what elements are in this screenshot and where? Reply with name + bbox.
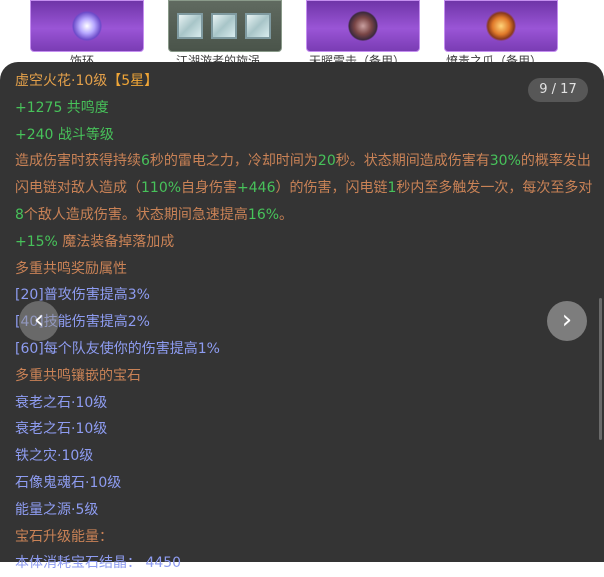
gem-icon <box>245 13 271 39</box>
resonance-header: 多重共鸣奖励属性 <box>15 260 127 277</box>
scrollbar[interactable] <box>599 298 602 440</box>
stat-value: +1275 <box>15 99 63 116</box>
resonance-reward: [40]技能伤害提高2% <box>15 314 150 331</box>
gem-entry: 衰老之石·10级 <box>15 394 108 411</box>
skill-description: 造成伤害时获得持续6秒的雷电之力，冷却时间为20秒。状态期间造成伤害有30%的概… <box>15 148 597 228</box>
gem-entry: 铁之灾·10级 <box>15 448 94 465</box>
stat-label: 战斗等级 <box>53 126 114 143</box>
resonance-reward: [60]每个队友使你的伤害提高1% <box>15 340 220 357</box>
chevron-right-icon: › <box>561 305 573 335</box>
gem-entry: 能量之源·5级 <box>15 501 99 518</box>
description-segment: 110% <box>141 180 182 197</box>
item-title: 虚空火花·10级【5星】 <box>15 68 597 95</box>
tooltip-content: 虚空火花·10级【5星】 +1275 共鸣度 +240 战斗等级 造成伤害时获得… <box>15 68 597 577</box>
description-segment: 秒的雷电之力，冷却时间为 <box>149 153 318 170</box>
item-slot-vortex[interactable] <box>168 0 282 52</box>
description-segment: 造成伤害时获得持续 <box>15 153 141 170</box>
resonance-reward: [20]普攻伤害提高3% <box>15 287 150 304</box>
drop-bonus-label: 魔法装备掉落加成 <box>57 233 175 250</box>
description-segment: 16% <box>247 206 280 223</box>
previous-button[interactable]: ‹ <box>19 301 59 341</box>
gems-header: 多重共鸣镶嵌的宝石 <box>15 367 141 384</box>
description-segment: ）的伤害，闪电链 <box>275 180 388 197</box>
description-segment: 。 <box>279 206 294 223</box>
flame-claw-icon <box>486 11 516 41</box>
item-icon-strip: 饰环 江湖游者的旋涡 天曜雷击（备用） 燎毒之爪（备用） <box>0 0 604 70</box>
description-segment: +446 <box>237 180 276 197</box>
gem-icon <box>177 13 203 39</box>
description-segment: 自身伤害 <box>181 180 238 197</box>
upgrade-header: 宝石升级能量： <box>15 528 113 545</box>
drop-bonus: +15% 魔法装备掉落加成 <box>15 229 597 256</box>
ring-icon <box>72 11 102 41</box>
description-segment: 8 <box>15 206 24 223</box>
item-tooltip-panel: 9 / 17 虚空火花·10级【5星】 +1275 共鸣度 +240 战斗等级 … <box>0 62 604 571</box>
stat-value: +240 <box>15 126 54 143</box>
description-segment: 6 <box>141 153 150 170</box>
upgrade-cost: 本体消耗宝石结晶： 4450 <box>15 555 182 572</box>
description-segment: 个敌人造成伤害。状态期间急速提高 <box>23 206 248 223</box>
stat-resonance: +1275 共鸣度 <box>15 95 597 122</box>
drop-bonus-value: +15% <box>15 233 58 250</box>
description-segment: 30% <box>489 153 521 170</box>
description-segment: 秒内至多触发一次，每次至多对 <box>396 180 593 197</box>
description-segment: 秒。状态期间造成伤害有 <box>335 153 490 170</box>
gem-entry: 衰老之石·10级 <box>15 421 108 438</box>
next-button[interactable]: › <box>547 301 587 341</box>
thunder-orb-icon <box>348 11 378 41</box>
gem-entry: 石像鬼魂石·10级 <box>15 474 122 491</box>
description-segment: 20 <box>317 153 336 170</box>
stat-label: 共鸣度 <box>62 99 109 116</box>
item-stars: 【5星】 <box>107 73 159 89</box>
item-slot-claw[interactable] <box>444 0 558 52</box>
item-slot-ring[interactable] <box>30 0 144 52</box>
stat-combat-level: +240 战斗等级 <box>15 122 597 149</box>
chevron-left-icon: ‹ <box>33 305 45 335</box>
item-name: 虚空火花·10级 <box>15 73 108 89</box>
item-slot-thunder[interactable] <box>306 0 420 52</box>
gem-icon <box>211 13 237 39</box>
